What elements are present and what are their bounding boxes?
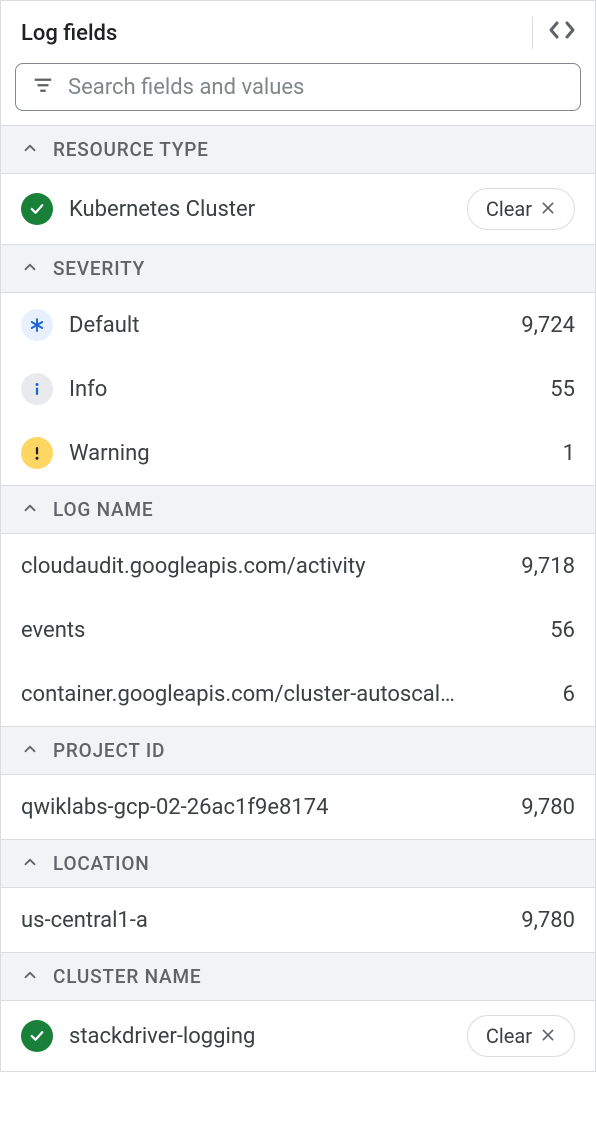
panel-title: Log fields xyxy=(21,21,117,46)
row-count: 1 xyxy=(563,441,575,466)
severity-row-warning[interactable]: Warning 1 xyxy=(1,421,595,485)
chevron-up-icon xyxy=(21,966,39,988)
close-icon xyxy=(540,1024,556,1048)
section-label: LOCATION xyxy=(53,852,150,875)
row-count: 9,780 xyxy=(521,908,575,933)
log-fields-panel: Log fields RESOURCE TYPE Kubernetes Clus… xyxy=(0,0,596,1072)
row-label: qwiklabs-gcp-02-26ac1f9e8174 xyxy=(21,795,505,820)
checkmark-icon xyxy=(21,193,53,225)
log-name-row[interactable]: cloudaudit.googleapis.com/activity 9,718 xyxy=(1,534,595,598)
filter-icon xyxy=(32,74,54,100)
search-box[interactable] xyxy=(15,63,581,111)
row-label: container.googleapis.com/cluster-autosca… xyxy=(21,682,547,707)
search-wrapper xyxy=(1,63,595,125)
row-label: stackdriver-logging xyxy=(69,1024,451,1049)
chevron-up-icon xyxy=(21,139,39,161)
header-actions xyxy=(532,17,575,49)
row-count: 9,780 xyxy=(521,795,575,820)
row-label: Warning xyxy=(69,441,547,466)
clear-label: Clear xyxy=(486,1024,532,1048)
section-label: LOG NAME xyxy=(53,498,153,521)
expand-panel-icon[interactable] xyxy=(549,20,575,46)
clear-label: Clear xyxy=(486,197,532,221)
row-label: Kubernetes Cluster xyxy=(69,197,451,222)
row-count: 9,724 xyxy=(521,313,575,338)
section-header-resource-type[interactable]: RESOURCE TYPE xyxy=(1,125,595,174)
chevron-up-icon xyxy=(21,853,39,875)
row-label: cloudaudit.googleapis.com/activity xyxy=(21,554,505,579)
severity-row-default[interactable]: Default 9,724 xyxy=(1,293,595,357)
section-label: SEVERITY xyxy=(53,257,145,280)
row-count: 6 xyxy=(563,682,575,707)
section-header-location[interactable]: LOCATION xyxy=(1,839,595,888)
panel-header: Log fields xyxy=(1,1,595,63)
row-label: us-central1-a xyxy=(21,908,505,933)
close-icon xyxy=(540,197,556,221)
row-label: events xyxy=(21,618,534,643)
warning-icon xyxy=(21,437,53,469)
info-icon xyxy=(21,373,53,405)
project-id-row[interactable]: qwiklabs-gcp-02-26ac1f9e8174 9,780 xyxy=(1,775,595,839)
chevron-up-icon xyxy=(21,258,39,280)
section-label: RESOURCE TYPE xyxy=(53,138,209,161)
location-row[interactable]: us-central1-a 9,780 xyxy=(1,888,595,952)
clear-resource-type-button[interactable]: Clear xyxy=(467,188,575,230)
clear-cluster-name-button[interactable]: Clear xyxy=(467,1015,575,1057)
row-label: Default xyxy=(69,313,505,338)
row-count: 56 xyxy=(550,618,575,643)
section-header-cluster-name[interactable]: CLUSTER NAME xyxy=(1,952,595,1001)
cluster-name-selected-row[interactable]: stackdriver-logging Clear xyxy=(1,1001,595,1071)
log-name-row[interactable]: events 56 xyxy=(1,598,595,662)
section-label: CLUSTER NAME xyxy=(53,965,201,988)
section-header-log-name[interactable]: LOG NAME xyxy=(1,485,595,534)
section-label: PROJECT ID xyxy=(53,739,165,762)
resource-type-selected-row[interactable]: Kubernetes Cluster Clear xyxy=(1,174,595,244)
severity-row-info[interactable]: Info 55 xyxy=(1,357,595,421)
divider xyxy=(532,17,533,49)
log-name-row[interactable]: container.googleapis.com/cluster-autosca… xyxy=(1,662,595,726)
section-header-project-id[interactable]: PROJECT ID xyxy=(1,726,595,775)
search-input[interactable] xyxy=(68,75,564,100)
section-header-severity[interactable]: SEVERITY xyxy=(1,244,595,293)
chevron-up-icon xyxy=(21,499,39,521)
row-label: Info xyxy=(69,377,534,402)
chevron-up-icon xyxy=(21,740,39,762)
asterisk-icon xyxy=(21,309,53,341)
row-count: 9,718 xyxy=(521,554,575,579)
checkmark-icon xyxy=(21,1020,53,1052)
row-count: 55 xyxy=(550,377,575,402)
